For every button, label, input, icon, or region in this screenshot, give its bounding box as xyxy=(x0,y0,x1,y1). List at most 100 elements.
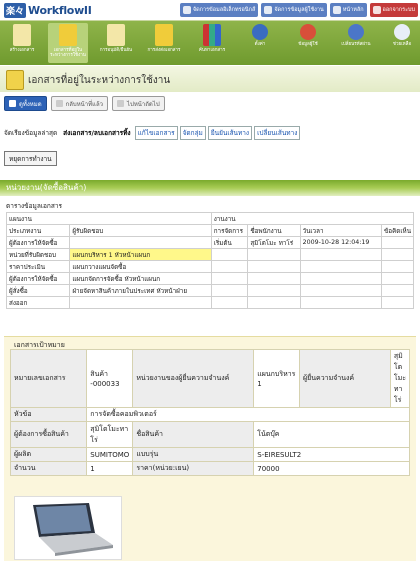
table-cell-current-step: แผนกบริหาร 1 หัวหน้าแผนก xyxy=(69,248,212,261)
field-value: SUMITOMO xyxy=(86,447,134,462)
app-logo: 楽々 WorkflowII xyxy=(4,2,92,18)
table-cell xyxy=(69,236,212,249)
table-cell xyxy=(381,284,414,297)
table-header-cell: วันเวลา xyxy=(299,224,383,237)
page-title: เอกสารที่อยู่ในระหว่างการใช้งาน xyxy=(28,75,171,86)
table-row: หัวข้อ การจัดซื้อคอมพิวเตอร์ xyxy=(9,407,410,422)
table-cell xyxy=(381,260,414,273)
field-value: แผนกบริหาร 1 xyxy=(253,349,301,408)
table-cell xyxy=(381,272,414,285)
nav-change-password[interactable]: เปลี่ยนรหัสผ่าน xyxy=(336,23,376,63)
prev-page-button[interactable]: กลับหน้าที่แล้ว xyxy=(50,96,109,111)
table-cell xyxy=(247,296,301,309)
next-page-button[interactable]: ไปหน้าถัดไป xyxy=(112,96,165,111)
table-cell: 2009-10-28 12:04:19 xyxy=(299,236,383,249)
document-icon xyxy=(6,70,24,90)
field-value: โน้ตบุ๊ค xyxy=(253,421,410,448)
logout-icon xyxy=(372,6,381,14)
nav-search[interactable]: ค้นหาเอกสาร xyxy=(192,23,232,63)
nav-user-info[interactable]: ข้อมูลผู้ใช้ xyxy=(288,23,328,63)
header-link-e-documents[interactable]: จัดการข้อมลอิเล็กทรอนิกส์ xyxy=(179,3,259,17)
field-label: ผู้ยื่นความจำนงค์ xyxy=(299,349,391,408)
field-value: สุมิโตโมะทาโร่ xyxy=(389,349,411,408)
header-link-logout[interactable]: ออกจากระบบ xyxy=(369,3,418,17)
field-label: แบบรุ่น xyxy=(132,447,255,462)
nav-forward[interactable]: การส่งต่อเอกสาร xyxy=(144,23,184,63)
field-label: หน่วยงานของผู้ยื่นความจำนงค์ xyxy=(132,349,255,408)
tab-change-route[interactable]: เปลี่ยนเส้นทาง xyxy=(254,126,301,140)
table-row: หน่วยที่รับผิดชอบ แผนกบริหาร 1 หัวหน้าแผ… xyxy=(5,248,414,261)
header-link-user-admin[interactable]: จัดการข้อมูลผู้ใช้งาน xyxy=(261,3,327,17)
table-cell xyxy=(299,248,383,261)
help-icon xyxy=(394,24,410,40)
arrow-left-icon xyxy=(55,100,63,107)
field-value: 1 xyxy=(86,461,134,476)
table-cell xyxy=(247,272,301,285)
table-cell xyxy=(381,296,414,309)
table-cell: สุมิโตโมะ ทาโร่ xyxy=(247,236,301,249)
table-cell xyxy=(247,248,301,261)
field-value: S-EIRESULT2 xyxy=(253,447,410,462)
table-cell xyxy=(381,248,414,261)
field-value: สินค้า -000033 xyxy=(86,349,134,408)
table-row: ผู้ผลิต SUMITOMO แบบรุ่น S-EIRESULT2 xyxy=(9,447,410,462)
user-settings-icon xyxy=(252,24,268,40)
table-row: จำนวน 1 ราคา(หน่วย:เยน) 70000 xyxy=(9,461,410,476)
table-cell xyxy=(210,284,249,297)
page-title-bar: เอกสารที่อยู่ในระหว่างการใช้งาน xyxy=(0,66,420,92)
table-header-cell: ข้อคิดเห็น xyxy=(381,224,414,237)
field-value: การจัดซื้อคอมพิวเตอร์ xyxy=(86,407,410,422)
top-header: 楽々 WorkflowII จัดการข้อมลอิเล็กทรอนิกส์ … xyxy=(0,0,420,21)
approval-icon xyxy=(107,24,125,46)
action-tabs: จัดเรียงข้อมูลล่าสุด ส่งเอกสาร/ลบเอกสารท… xyxy=(4,126,301,140)
table-cell xyxy=(210,296,249,309)
table-header-cell: ประเภทงาน xyxy=(5,224,71,237)
nav-settings[interactable]: ตั้งค่า xyxy=(240,23,280,63)
table-header-cell: ผู้รับผิดชอบ xyxy=(69,224,212,237)
table-row: ผู้ต้องการให้จัดซื้อ เริ่มต้น สุมิโตโมะ … xyxy=(5,236,414,249)
tab-confirm-route[interactable]: ยืนยันเส้นทาง xyxy=(207,126,253,140)
folder-icon xyxy=(182,6,191,14)
table-header-cell: การจัดการ xyxy=(210,224,249,237)
field-label: ราคา(หน่วย:เยน) xyxy=(132,461,255,476)
nav-in-progress[interactable]: เอกสารที่อยู่ในระหว่างการใช้งาน xyxy=(48,23,88,63)
table-cell xyxy=(247,284,301,297)
header-link-home[interactable]: หน้าหลัก xyxy=(329,3,367,17)
tab-edit[interactable]: แก้ไขเอกสาร xyxy=(134,126,178,140)
sort-label: จัดเรียงข้อมูลล่าสุด xyxy=(4,129,58,137)
stop-button[interactable]: หยุดการทำงาน xyxy=(4,151,57,166)
field-value: 70000 xyxy=(253,461,410,476)
home-icon xyxy=(332,6,341,14)
laptop-icon xyxy=(33,503,113,556)
info-title: ตารางข้อมูลเอกสาร xyxy=(6,202,62,210)
table-header-cell: งานงาน xyxy=(210,212,415,225)
nav-create-document[interactable]: สร้างเอกสาร xyxy=(2,23,42,63)
table-cell xyxy=(299,272,383,285)
tab-group[interactable]: จัดกลุ่ม xyxy=(179,126,206,140)
table-header-row: แผนงาน งานงาน xyxy=(6,212,415,225)
table-cell xyxy=(299,296,383,309)
field-label: ผู้ต้องการซื้อสินค้า xyxy=(9,421,88,448)
table-cell: ผู้ต้องการให้จัดซื้อ xyxy=(5,236,71,249)
password-icon xyxy=(348,24,364,40)
table-cell xyxy=(210,248,249,261)
logo-kanji: 楽々 xyxy=(4,2,27,18)
table-row: ผู้ต้องการให้จัดซื้อ แผนกจัดการจัดซื้อ ห… xyxy=(5,272,414,285)
table-cell xyxy=(210,272,249,285)
user-info-icon xyxy=(300,24,316,40)
view-all-button[interactable]: ดูทั้งหมด xyxy=(4,96,47,111)
table-cell: ส่งออก xyxy=(5,296,71,309)
nav-approval[interactable]: การอนุมัติ/ยืนยัน xyxy=(96,23,136,63)
pager-buttons: ดูทั้งหมด กลับหน้าที่แล้ว ไปหน้าถัดไป xyxy=(4,96,165,111)
tab-send-delete[interactable]: ส่งเอกสาร/ลบเอกสารทิ้ง xyxy=(61,127,133,139)
nav-help[interactable]: ช่วยเหลือ xyxy=(382,23,420,63)
target-table: หมายเลขเอกสาร สินค้า -000033 หน่วยงานของ… xyxy=(9,349,411,476)
table-cell: ฝ่ายจัดหาสินค้าภายในประเทศ หัวหน้าฝ่าย xyxy=(69,284,212,297)
field-label: หัวข้อ xyxy=(9,407,88,422)
table-cell: ราคาประเมิน xyxy=(5,260,71,273)
field-label: จำนวน xyxy=(9,461,88,476)
table-cell: ผู้ต้องการให้จัดซื้อ xyxy=(5,272,71,285)
table-cell: หน่วยที่รับผิดชอบ xyxy=(5,248,71,261)
table-cell: เริ่มต้น xyxy=(210,236,249,249)
document-icon xyxy=(13,24,31,46)
